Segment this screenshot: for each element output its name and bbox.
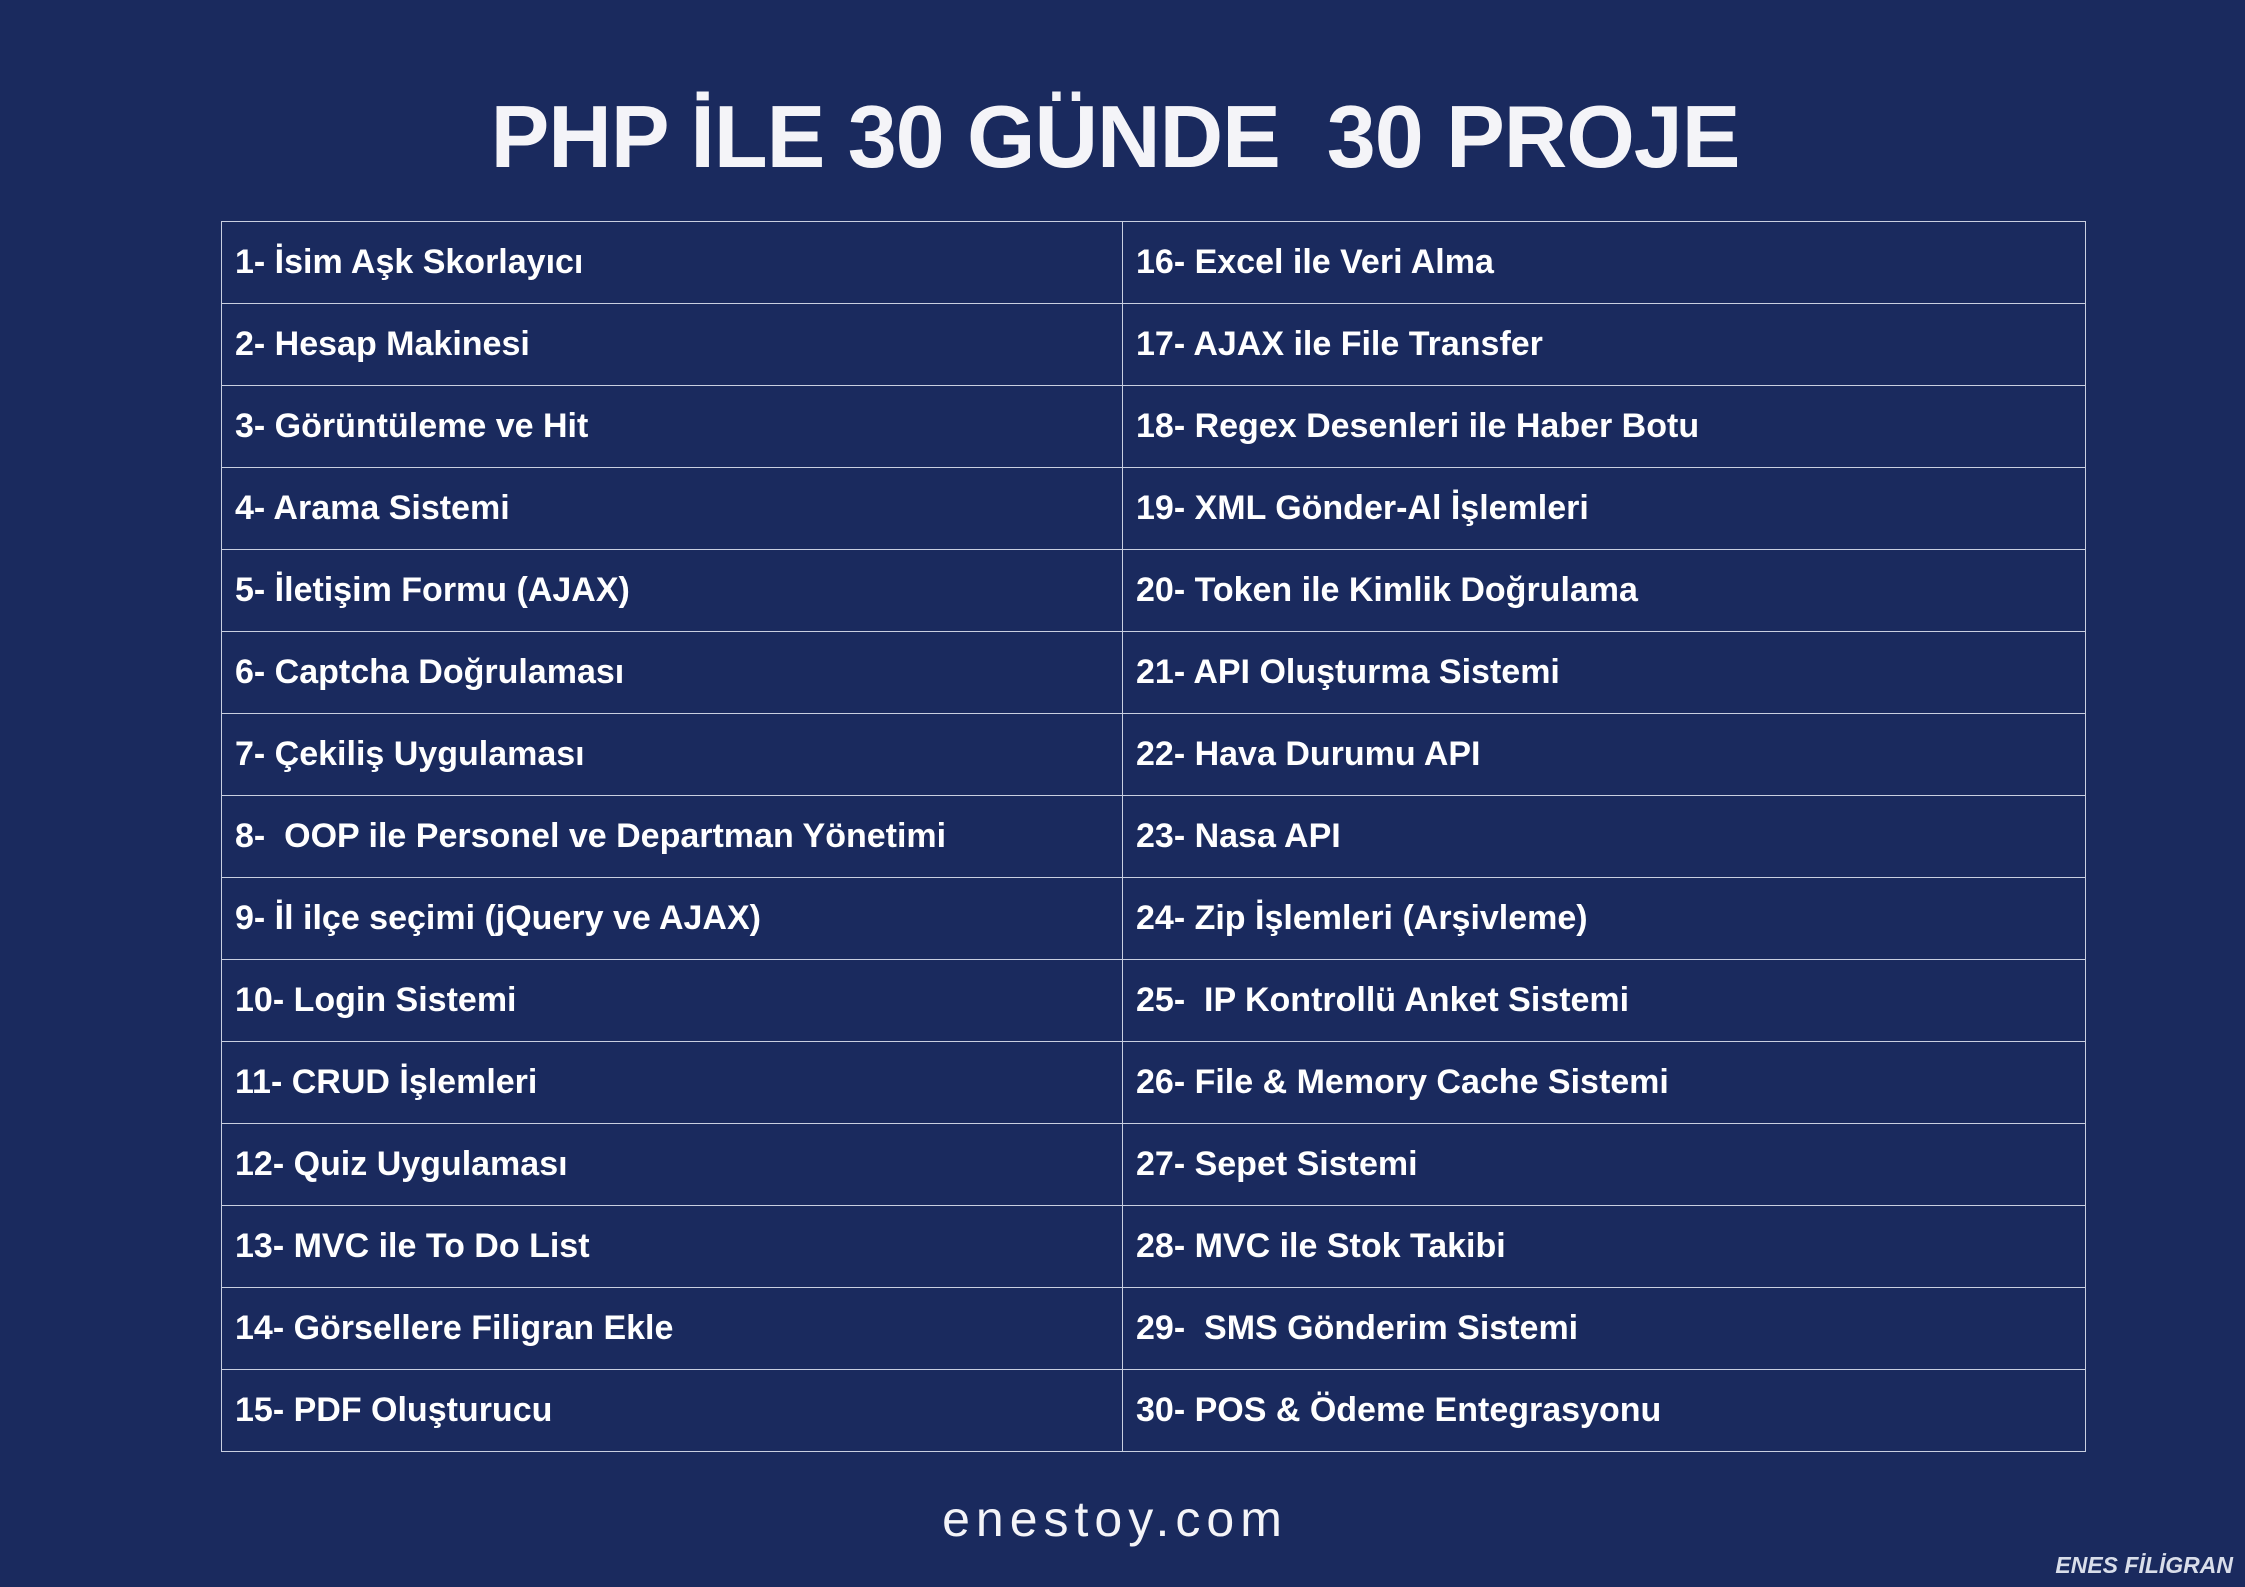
project-cell: 5- İletişim Formu (AJAX) [221,549,1123,632]
project-cell: 16- Excel ile Veri Alma [1122,221,2086,304]
page-title: PHP İLE 30 GÜNDE 30 PROJE [490,87,1741,186]
project-cell: 28- MVC ile Stok Takibi [1122,1205,2086,1288]
project-cell: 3- Görüntüleme ve Hit [221,385,1123,468]
project-cell: 15- PDF Oluşturucu [221,1369,1123,1452]
project-cell: 20- Token ile Kimlik Doğrulama [1122,549,2086,632]
project-cell: 19- XML Gönder-Al İşlemleri [1122,467,2086,550]
project-cell: 29- SMS Gönderim Sistemi [1122,1287,2086,1370]
site-url: enestoy.com [942,1491,1288,1547]
table-row: 2- Hesap Makinesi 17- AJAX ile File Tran… [221,303,2086,386]
projects-table-body: 1- İsim Aşk Skorlayıcı 16- Excel ile Ver… [221,221,2086,1452]
project-cell: 4- Arama Sistemi [221,467,1123,550]
table-row: 1- İsim Aşk Skorlayıcı 16- Excel ile Ver… [221,221,2086,304]
project-cell: 8- OOP ile Personel ve Departman Yönetim… [221,795,1123,878]
table-row: 12- Quiz Uygulaması 27- Sepet Sistemi [221,1123,2086,1206]
table-row: 6- Captcha Doğrulaması 21- API Oluşturma… [221,631,2086,714]
project-cell: 7- Çekiliş Uygulaması [221,713,1123,796]
table-row: 8- OOP ile Personel ve Departman Yönetim… [221,795,2086,878]
project-cell: 22- Hava Durumu API [1122,713,2086,796]
table-row: 11- CRUD İşlemleri 26- File & Memory Cac… [221,1041,2086,1124]
project-cell: 18- Regex Desenleri ile Haber Botu [1122,385,2086,468]
project-cell: 21- API Oluşturma Sistemi [1122,631,2086,714]
project-cell: 1- İsim Aşk Skorlayıcı [221,221,1123,304]
project-cell: 6- Captcha Doğrulaması [221,631,1123,714]
project-cell: 30- POS & Ödeme Entegrasyonu [1122,1369,2086,1452]
project-cell: 12- Quiz Uygulaması [221,1123,1123,1206]
project-cell: 14- Görsellere Filigran Ekle [221,1287,1123,1370]
watermark-label: ENES FİLİGRAN [2055,1552,2233,1578]
project-cell: 13- MVC ile To Do List [221,1205,1123,1288]
table-row: 14- Görsellere Filigran Ekle 29- SMS Gön… [221,1287,2086,1370]
table-row: 9- İl ilçe seçimi (jQuery ve AJAX) 24- Z… [221,877,2086,960]
table-row: 3- Görüntüleme ve Hit 18- Regex Desenler… [221,385,2086,468]
table-row: 10- Login Sistemi 25- IP Kontrollü Anket… [221,959,2086,1042]
projects-table: 1- İsim Aşk Skorlayıcı 16- Excel ile Ver… [221,221,2086,1452]
project-cell: 27- Sepet Sistemi [1122,1123,2086,1206]
table-row: 7- Çekiliş Uygulaması 22- Hava Durumu AP… [221,713,2086,796]
project-cell: 10- Login Sistemi [221,959,1123,1042]
project-cell: 25- IP Kontrollü Anket Sistemi [1122,959,2086,1042]
project-cell: 17- AJAX ile File Transfer [1122,303,2086,386]
table-row: 5- İletişim Formu (AJAX) 20- Token ile K… [221,549,2086,632]
project-cell: 9- İl ilçe seçimi (jQuery ve AJAX) [221,877,1123,960]
table-row: 4- Arama Sistemi 19- XML Gönder-Al İşlem… [221,467,2086,550]
project-cell: 24- Zip İşlemleri (Arşivleme) [1122,877,2086,960]
project-cell: 23- Nasa API [1122,795,2086,878]
project-cell: 11- CRUD İşlemleri [221,1041,1123,1124]
table-row: 15- PDF Oluşturucu 30- POS & Ödeme Enteg… [221,1369,2086,1452]
project-cell: 2- Hesap Makinesi [221,303,1123,386]
project-cell: 26- File & Memory Cache Sistemi [1122,1041,2086,1124]
table-row: 13- MVC ile To Do List 28- MVC ile Stok … [221,1205,2086,1288]
